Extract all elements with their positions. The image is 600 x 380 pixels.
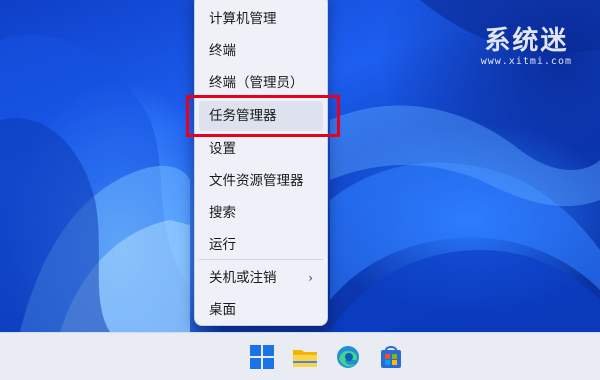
- menu-item-settings[interactable]: 设置: [199, 134, 323, 164]
- taskbar: [0, 332, 600, 380]
- watermark-brand: 系统迷: [484, 26, 569, 56]
- winx-context-menu: 计算机管理 终端 终端（管理员） 任务管理器 设置 文件资源管理器 搜索 运行 …: [194, 0, 328, 326]
- menu-item-shutdown-label: 关机或注销: [209, 270, 277, 286]
- menu-item-search[interactable]: 搜索: [199, 198, 323, 228]
- site-watermark: 系统迷 www.xitmi.com: [481, 26, 572, 68]
- watermark-url: www.xitmi.com: [480, 56, 572, 67]
- chevron-right-icon: ›: [308, 271, 313, 285]
- windows-start-icon[interactable]: [249, 344, 275, 370]
- menu-item-desktop[interactable]: 桌面: [199, 295, 323, 325]
- edge-browser-icon[interactable]: [335, 344, 361, 370]
- menu-item-file-explorer[interactable]: 文件资源管理器: [199, 166, 323, 196]
- file-explorer-icon[interactable]: [292, 344, 318, 370]
- microsoft-store-icon[interactable]: [378, 344, 404, 370]
- menu-separator: [199, 259, 323, 260]
- menu-item-terminal[interactable]: 终端: [199, 36, 323, 66]
- menu-item-run[interactable]: 运行: [199, 230, 323, 260]
- annotation-highlight-box: [186, 95, 340, 137]
- menu-item-terminal-admin[interactable]: 终端（管理员）: [199, 68, 323, 98]
- menu-item-shutdown-signout[interactable]: 关机或注销 ›: [199, 263, 323, 293]
- menu-item-computer-management[interactable]: 计算机管理: [199, 4, 323, 34]
